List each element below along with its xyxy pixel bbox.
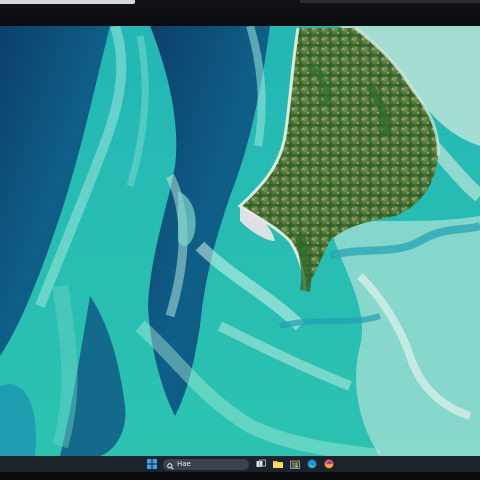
task-view-icon[interactable] bbox=[255, 459, 266, 470]
taskbar bbox=[0, 456, 480, 472]
microsoft-store-icon[interactable] bbox=[289, 459, 300, 470]
desktop-wallpaper bbox=[0, 26, 480, 456]
edge-browser-icon[interactable] bbox=[306, 459, 317, 470]
monitor-bottom-bezel bbox=[0, 472, 480, 480]
bezel-reflection bbox=[300, 0, 480, 3]
wallpaper-image bbox=[0, 26, 480, 456]
bezel-reflection bbox=[0, 0, 135, 4]
windows-logo-icon[interactable] bbox=[146, 459, 157, 470]
taskbar-search-box[interactable] bbox=[163, 458, 249, 470]
file-explorer-icon[interactable] bbox=[272, 459, 283, 470]
search-input[interactable] bbox=[177, 459, 247, 469]
monitor-top-bezel bbox=[0, 0, 480, 26]
search-icon bbox=[167, 455, 174, 474]
firefox-icon[interactable] bbox=[323, 459, 334, 470]
